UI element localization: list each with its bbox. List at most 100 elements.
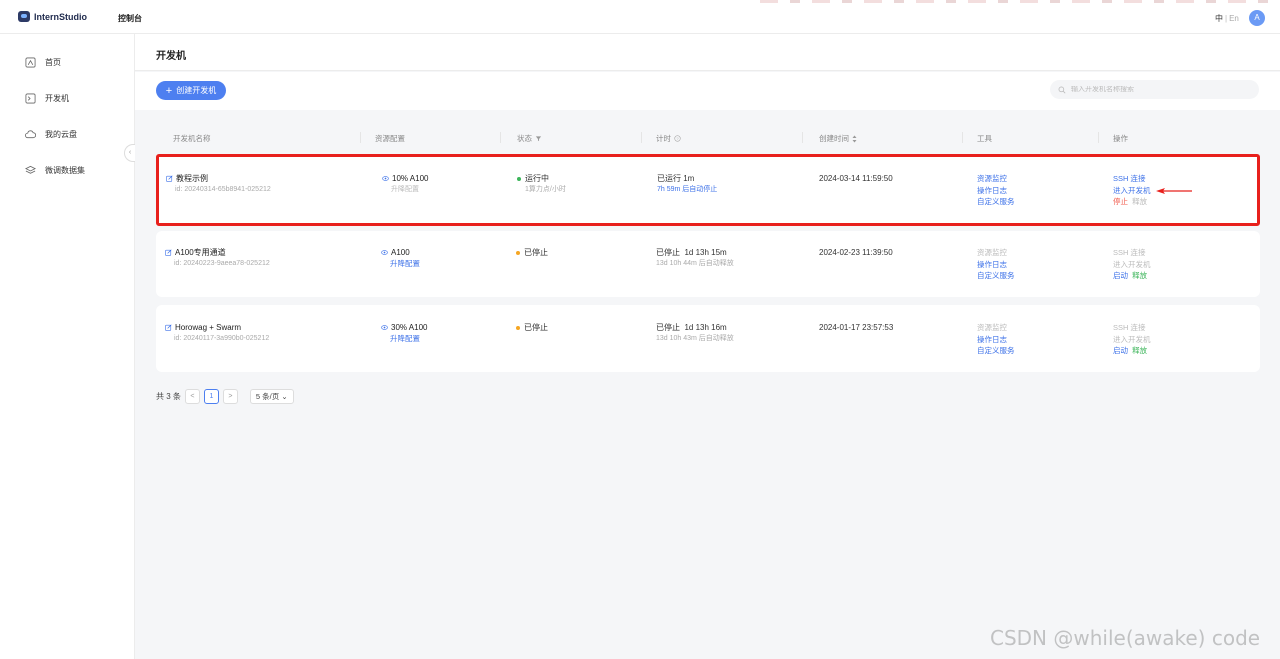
sidebar-collapse-button[interactable]: ‹ — [124, 144, 135, 162]
status-cell: 已停止 — [516, 322, 548, 333]
avatar[interactable]: A — [1249, 10, 1265, 26]
sidebar-item-datasets[interactable]: 微调数据集 — [25, 163, 85, 177]
edit-icon[interactable] — [165, 249, 172, 256]
watermark: CSDN @while(awake) code — [990, 626, 1261, 650]
edit-icon[interactable] — [166, 175, 173, 182]
language-switch[interactable]: 中 | En — [1215, 13, 1239, 24]
chevron-down-icon: ⌄ — [281, 392, 288, 401]
create-devmachine-button[interactable]: + 创建开发机 — [156, 81, 226, 100]
sidebar-item-cloud[interactable]: 我的云盘 — [25, 127, 77, 141]
table-header: 开发机名称 资源配置 状态 计时 ? 创建时间 工具 操作 — [156, 128, 1260, 148]
resource-spec: A100 — [391, 248, 410, 257]
release-link[interactable]: 释放 — [1132, 197, 1147, 206]
lang-separator: | — [1225, 14, 1228, 23]
machine-name-cell: Horowag + Swarm id: 20240117-3a990b0-025… — [165, 322, 269, 344]
custom-service-link[interactable]: 自定义服务 — [977, 270, 1015, 282]
ssh-connect-link[interactable]: SSH 连接 — [1113, 173, 1151, 185]
page-header: 开发机 — [135, 34, 1280, 71]
sidebar-item-label: 首页 — [45, 57, 61, 67]
resource-change-link[interactable]: 升降配置 — [390, 333, 427, 344]
terminal-icon — [25, 93, 36, 103]
start-link[interactable]: 启动 — [1113, 346, 1128, 355]
resource-change-link: 升降配置 — [391, 186, 419, 193]
column-header-resource: 资源配置 — [375, 134, 405, 143]
search-icon — [1058, 86, 1066, 93]
release-link[interactable]: 释放 — [1132, 346, 1147, 355]
column-header-status[interactable]: 状态 — [517, 133, 542, 144]
svg-text:?: ? — [676, 136, 679, 141]
release-link[interactable]: 释放 — [1132, 271, 1147, 280]
timer-value: 1m — [683, 174, 695, 183]
tools-cell: 资源监控 操作日志 自定义服务 — [977, 173, 1015, 208]
logo-text: InternStudio — [34, 11, 87, 22]
page-size-select[interactable]: 5 条/页 ⌄ — [249, 389, 294, 404]
top-bar-decoration — [760, 0, 1280, 3]
enter-devmachine-link[interactable]: 进入开发机 — [1113, 185, 1151, 197]
plus-icon: + — [165, 84, 173, 97]
table-row: A100专用通道 id: 20240223-9aeea78-025212 A10… — [156, 231, 1260, 297]
next-page-button[interactable]: > — [222, 389, 238, 404]
status-stopped-dot — [516, 325, 520, 330]
machine-id: id: 20240117-3a990b0-025212 — [174, 335, 270, 342]
stop-link[interactable]: 停止 — [1113, 197, 1128, 206]
resource-monitor-link: 资源监控 — [977, 323, 1007, 332]
timer-value: 1d 13h 16m — [684, 323, 727, 332]
tools-cell: 资源监控 操作日志 自定义服务 — [977, 247, 1015, 282]
resource-cell: 10% A100 升降配置 — [382, 173, 428, 195]
timer-sub: 7h 59m 后自动停止 — [657, 186, 718, 193]
created-time: 2024-01-17 23:57:53 — [819, 323, 894, 332]
resource-change-link[interactable]: 升降配置 — [390, 258, 420, 269]
sidebar-item-label: 开发机 — [45, 93, 69, 103]
logo[interactable]: InternStudio — [18, 11, 87, 22]
column-header-timer: 计时 ? — [656, 133, 681, 144]
view-icon[interactable] — [382, 175, 389, 182]
operation-log-link[interactable]: 操作日志 — [977, 334, 1015, 346]
help-icon[interactable]: ? — [674, 135, 681, 142]
resource-cell: 30% A100 升降配置 — [381, 322, 427, 344]
prev-page-button[interactable]: < — [184, 389, 200, 404]
operation-log-link[interactable]: 操作日志 — [977, 185, 1015, 197]
custom-service-link[interactable]: 自定义服务 — [977, 345, 1015, 357]
machine-name-cell: A100专用通道 id: 20240223-9aeea78-025212 — [165, 247, 270, 269]
page-1-button[interactable]: 1 — [203, 389, 219, 404]
machine-name: Horowag + Swarm — [175, 323, 242, 332]
edit-icon[interactable] — [165, 324, 172, 331]
lang-en[interactable]: En — [1229, 14, 1239, 23]
create-button-label: 创建开发机 — [176, 86, 217, 95]
status-cell: 运行中 1算力点/小时 — [517, 173, 566, 195]
sidebar-item-label: 我的云盘 — [45, 129, 77, 139]
column-divider — [360, 132, 361, 143]
logo-icon — [18, 11, 30, 22]
column-header-actions: 操作 — [1113, 134, 1128, 143]
created-time: 2024-03-14 11:59:50 — [819, 174, 893, 183]
enter-devmachine-link: 进入开发机 — [1113, 259, 1151, 269]
status-text: 已停止 — [524, 323, 548, 332]
resource-monitor-link[interactable]: 资源监控 — [977, 173, 1015, 185]
operation-log-link[interactable]: 操作日志 — [977, 259, 1015, 271]
sort-icon[interactable] — [852, 135, 857, 143]
status-sub: 1算力点/小时 — [525, 186, 566, 193]
search-input[interactable] — [1071, 86, 1251, 93]
column-divider — [962, 132, 963, 143]
view-icon[interactable] — [381, 324, 388, 331]
pagination: 共 3 条 < 1 > 5 条/页 ⌄ — [156, 389, 294, 404]
lang-zh[interactable]: 中 — [1215, 14, 1223, 23]
timer-value: 1d 13h 15m — [684, 248, 727, 257]
status-running-dot — [517, 176, 521, 181]
search-box[interactable] — [1050, 80, 1259, 99]
sidebar-item-devmachine[interactable]: 开发机 — [25, 91, 69, 105]
ssh-connect-link: SSH 连接 — [1113, 323, 1146, 332]
table-row: 教程示例 id: 20240314-65b8941-025212 10% A10… — [156, 154, 1260, 226]
view-icon[interactable] — [381, 249, 388, 256]
custom-service-link[interactable]: 自定义服务 — [977, 196, 1015, 208]
timer-label: 已停止 — [656, 323, 680, 332]
actions-cell: SSH 连接 进入开发机 启动 释放 — [1113, 247, 1151, 282]
console-link[interactable]: 控制台 — [118, 13, 142, 24]
toolbar: + 创建开发机 — [135, 72, 1280, 110]
total-count: 共 3 条 — [156, 392, 181, 401]
start-link[interactable]: 启动 — [1113, 271, 1128, 280]
sidebar-item-home[interactable]: 首页 — [25, 55, 61, 69]
column-header-created[interactable]: 创建时间 — [819, 133, 857, 144]
filter-icon[interactable] — [535, 135, 542, 142]
machine-name: A100专用通道 — [175, 248, 226, 257]
